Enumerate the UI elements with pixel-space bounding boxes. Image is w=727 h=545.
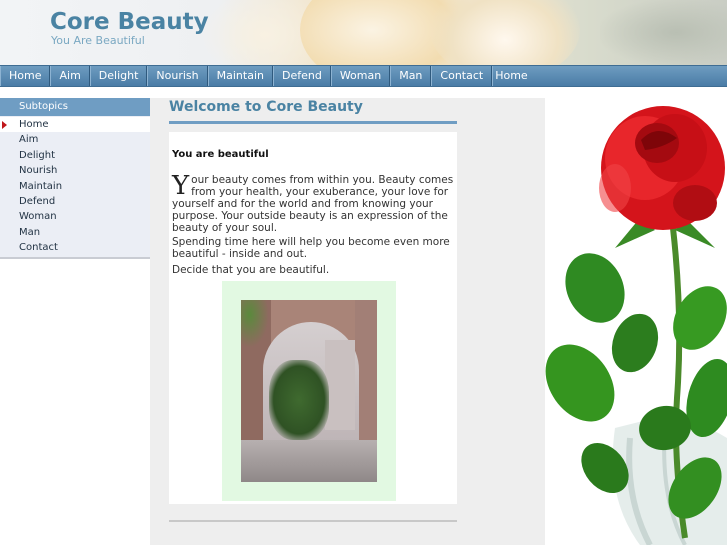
- drop-cap: Y: [172, 171, 190, 201]
- paragraph-1: Your beauty comes from within you. Beaut…: [172, 171, 456, 234]
- sidebar-item-contact[interactable]: Contact: [0, 240, 150, 255]
- photo-frame: [222, 281, 396, 501]
- intro-heading: You are beautiful: [172, 149, 269, 160]
- sidebar-item-label: Woman: [19, 211, 57, 223]
- nav-maintain[interactable]: Maintain: [207, 66, 273, 86]
- paragraph-2: Spending time here will help you become …: [172, 236, 450, 260]
- paragraph-3: Decide that you are beautiful.: [172, 264, 330, 276]
- rose-illustration: [545, 106, 727, 545]
- sidebar-item-man[interactable]: Man: [0, 225, 150, 240]
- sidebar-item-label: Contact: [19, 242, 58, 254]
- sidebar: Subtopics Home Aim Delight Nourish Maint…: [0, 98, 150, 259]
- sidebar-item-woman[interactable]: Woman: [0, 209, 150, 224]
- archway-photo: [241, 300, 377, 482]
- sidebar-item-maintain[interactable]: Maintain: [0, 179, 150, 194]
- sidebar-header: Subtopics: [0, 98, 150, 116]
- active-arrow-icon: [2, 121, 7, 129]
- nav-defend[interactable]: Defend: [272, 66, 331, 86]
- nav-home[interactable]: Home: [0, 66, 51, 86]
- sidebar-item-defend[interactable]: Defend: [0, 194, 150, 209]
- nav-delight[interactable]: Delight: [89, 66, 148, 86]
- content-panel: You are beautiful Your beauty comes from…: [169, 132, 457, 504]
- nav-aim[interactable]: Aim: [50, 66, 90, 86]
- site-title[interactable]: Core Beauty: [50, 9, 209, 35]
- banner-decoration: [600, 0, 727, 65]
- sidebar-item-label: Home: [19, 119, 49, 130]
- sidebar-item-label: Delight: [19, 149, 56, 161]
- sidebar-item-home[interactable]: Home: [0, 117, 150, 133]
- sidebar-item-label: Man: [19, 226, 41, 238]
- sidebar-item-label: Maintain: [19, 180, 63, 192]
- nav-nourish[interactable]: Nourish: [147, 66, 208, 86]
- nav-contact[interactable]: Contact: [431, 66, 493, 86]
- top-navigation: Home Aim Delight Nourish Maintain Defend…: [0, 65, 727, 87]
- rose-image: [545, 98, 727, 545]
- nav-woman[interactable]: Woman: [330, 66, 391, 86]
- footer-divider: [169, 520, 457, 522]
- site-tagline: You Are Beautiful: [51, 34, 145, 47]
- sidebar-item-nourish[interactable]: Nourish: [0, 163, 150, 178]
- sidebar-item-aim[interactable]: Aim: [0, 132, 150, 147]
- banner-decoration: [430, 0, 580, 65]
- nav-home-secondary[interactable]: Home: [492, 66, 529, 86]
- nav-man[interactable]: Man: [390, 66, 432, 86]
- sidebar-list: Home Aim Delight Nourish Maintain Defend…: [0, 116, 150, 259]
- paragraph-1-text: our beauty comes from within you. Beauty…: [172, 174, 454, 234]
- sidebar-item-label: Defend: [19, 195, 56, 207]
- sidebar-item-label: Aim: [19, 134, 39, 146]
- site-header: Core Beauty You Are Beautiful: [0, 0, 727, 65]
- page-title: Welcome to Core Beauty: [169, 98, 457, 124]
- sidebar-item-label: Nourish: [19, 165, 58, 177]
- sidebar-item-delight[interactable]: Delight: [0, 148, 150, 163]
